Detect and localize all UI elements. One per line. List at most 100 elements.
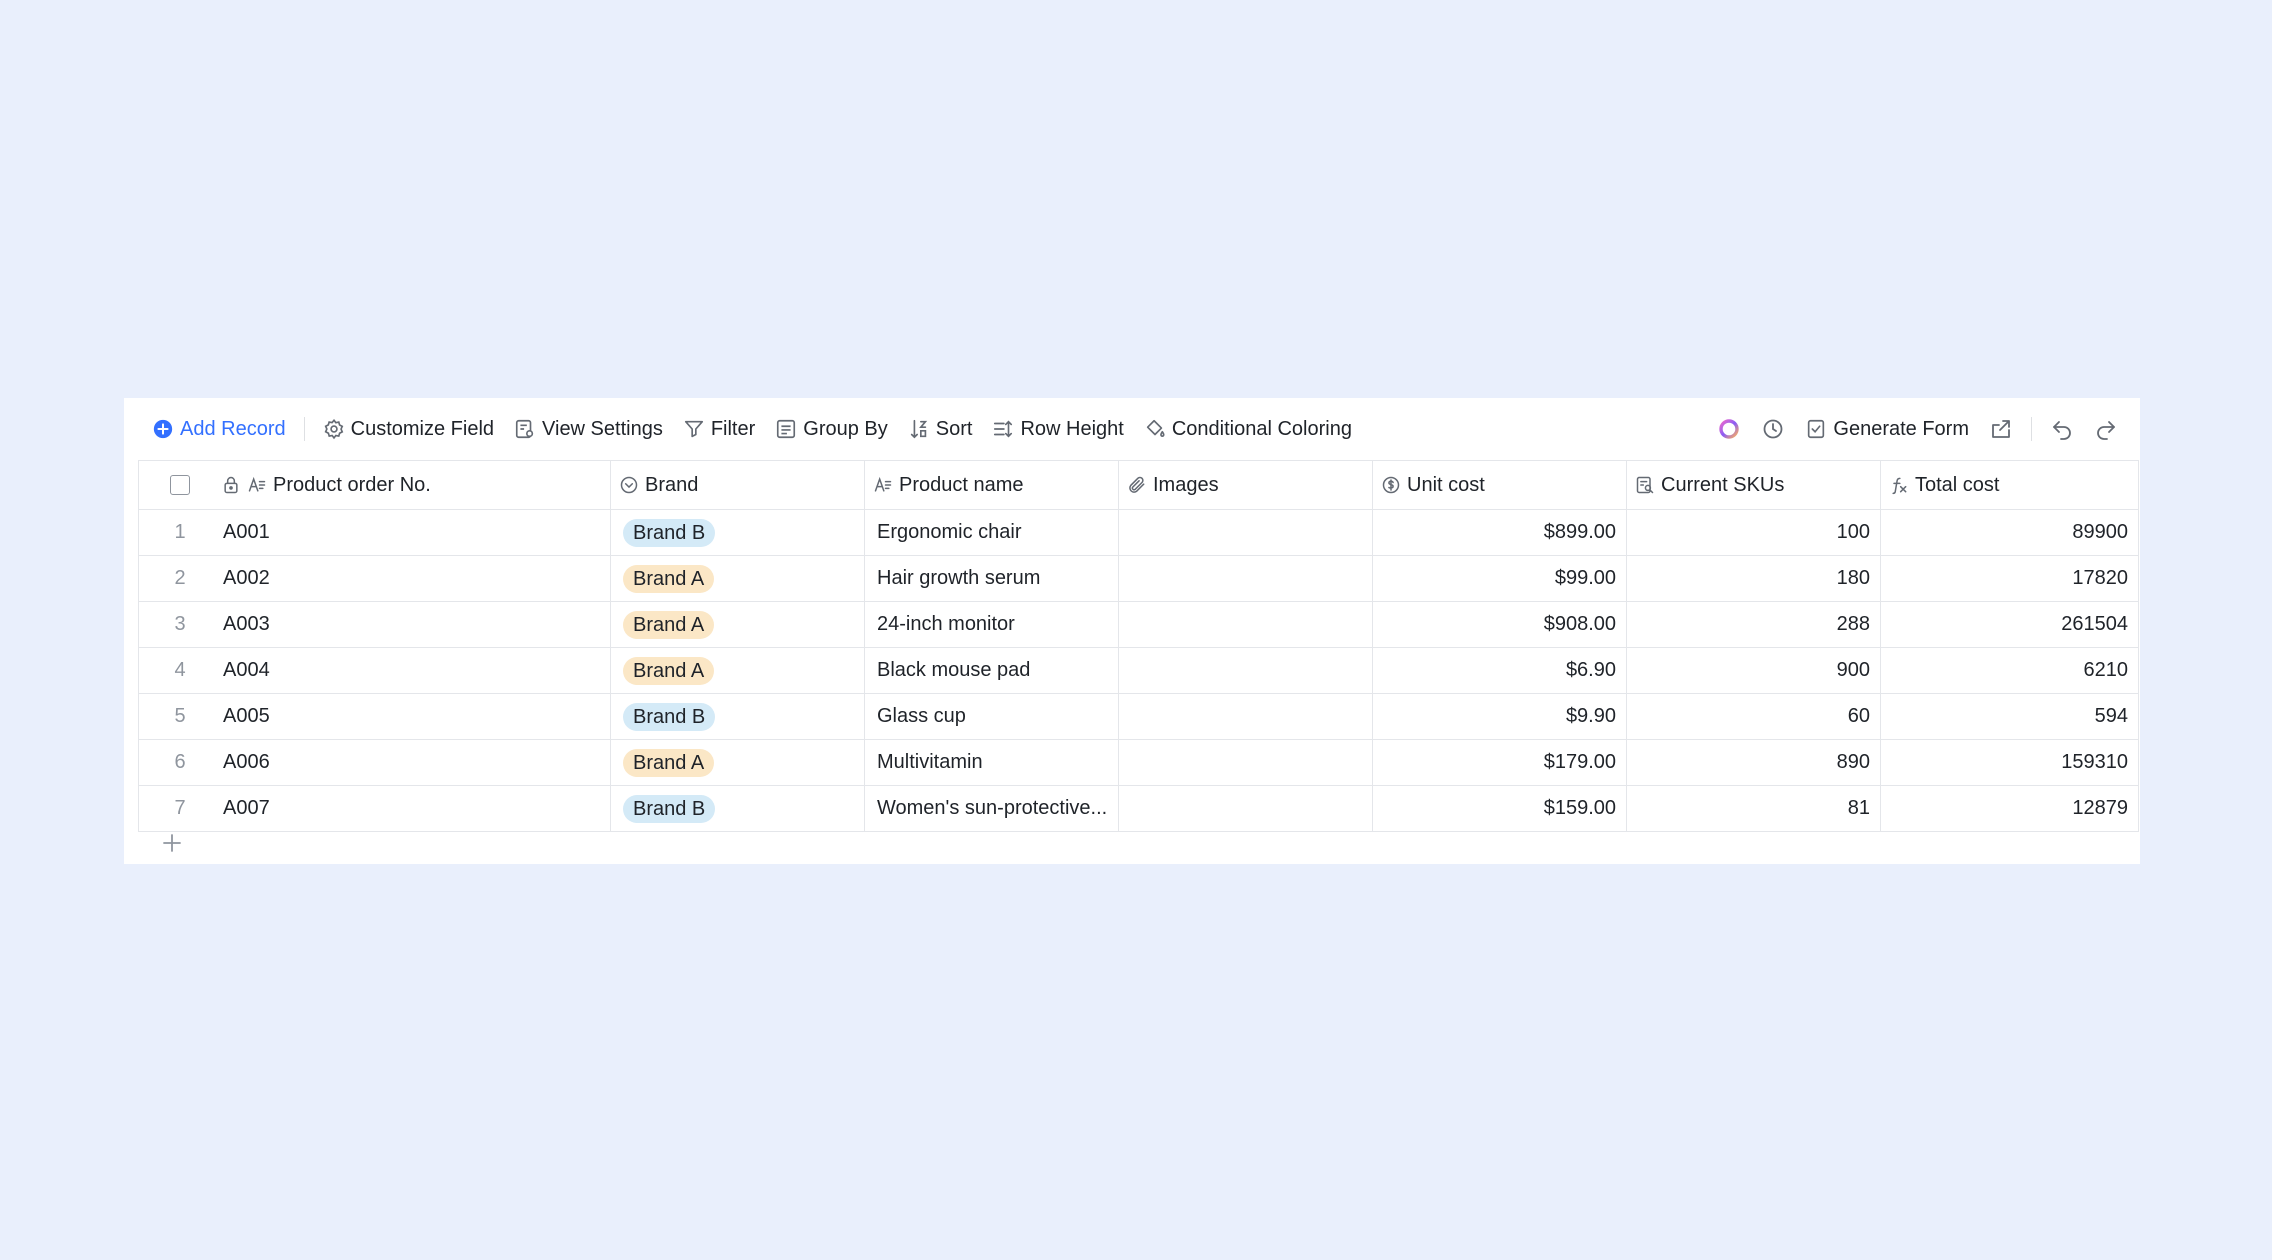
table-row[interactable]: 3 A003 Brand A 24-inch monitor $908.00 288 261… <box>138 601 2139 648</box>
row-index: 1 <box>174 521 186 543</box>
lock-icon <box>224 476 238 494</box>
paint-bucket-icon <box>1146 419 1165 437</box>
currency-icon <box>1382 476 1400 494</box>
brand-cell[interactable]: Brand A <box>610 647 865 694</box>
product-name-cell[interactable]: 24-inch monitor <box>864 601 1119 648</box>
toolbar-divider <box>2031 417 2032 441</box>
unit-cost-cell[interactable]: $908.00 <box>1372 601 1627 648</box>
order-no-cell[interactable]: 4 A004 <box>138 647 611 694</box>
current-skus-header-label: Current SKUs <box>1661 473 1785 496</box>
single-select-icon <box>620 476 638 494</box>
row-height-button[interactable]: Row Height <box>982 409 1133 449</box>
brand-cell[interactable]: Brand A <box>610 555 865 602</box>
brand-cell[interactable]: Brand B <box>610 693 865 740</box>
total-cost-cell[interactable]: 17820 <box>1880 555 2139 602</box>
undo-button[interactable] <box>2040 409 2084 449</box>
total-cost-cell[interactable]: 594 <box>1880 693 2139 740</box>
header-row: Product order No. Brand Product name Ima… <box>138 460 2139 510</box>
total-cost-cell[interactable]: 6210 <box>1880 647 2139 694</box>
order-no-value: A007 <box>223 797 270 819</box>
column-header-product-name[interactable]: Product name <box>864 460 1119 510</box>
group-by-icon <box>777 419 796 439</box>
sort-button[interactable]: Sort <box>898 409 983 449</box>
order-no-cell[interactable]: 2 A002 <box>138 555 611 602</box>
sort-icon <box>910 419 927 439</box>
conditional-coloring-label: Conditional Coloring <box>1171 417 1352 440</box>
share-button[interactable] <box>1979 409 2023 449</box>
table-row[interactable]: 2 A002 Brand A Hair growth serum $99.00 180 17… <box>138 555 2139 602</box>
order-no-cell[interactable]: 1 A001 <box>138 509 611 556</box>
total-cost-cell[interactable]: 261504 <box>1880 601 2139 648</box>
current-skus-cell[interactable]: 890 <box>1626 739 1881 786</box>
brand-cell[interactable]: Brand A <box>610 601 865 648</box>
column-header-images[interactable]: Images <box>1118 460 1373 510</box>
table-row[interactable]: 1 A001 Brand B Ergonomic chair $899.00 100 899… <box>138 509 2139 556</box>
unit-cost-cell[interactable]: $99.00 <box>1372 555 1627 602</box>
images-header-label: Images <box>1153 473 1219 496</box>
product-name-cell[interactable]: Hair growth serum <box>864 555 1119 602</box>
unit-cost-cell[interactable]: $179.00 <box>1372 739 1627 786</box>
add-row-button[interactable] <box>138 823 2162 863</box>
images-cell[interactable] <box>1118 693 1373 740</box>
current-skus-cell[interactable]: 180 <box>1626 555 1881 602</box>
brand-tag: Brand A <box>623 656 715 685</box>
redo-button[interactable] <box>2084 409 2128 449</box>
column-header-current-skus[interactable]: Current SKUs <box>1626 460 1881 510</box>
unit-cost-cell[interactable]: $9.90 <box>1372 693 1627 740</box>
product-name-cell[interactable]: Black mouse pad <box>864 647 1119 694</box>
add-record-button[interactable]: Add Record <box>142 409 296 449</box>
product-name-cell[interactable]: Multivitamin <box>864 739 1119 786</box>
table-row[interactable]: 6 A006 Brand A Multivitamin $179.00 890 159310 <box>138 739 2139 786</box>
view-settings-button[interactable]: View Settings <box>504 409 673 449</box>
customize-field-label: Customize Field <box>350 417 495 440</box>
images-cell[interactable] <box>1118 601 1373 648</box>
order-no-cell[interactable]: 6 A006 <box>138 739 611 786</box>
current-skus-cell[interactable]: 900 <box>1626 647 1881 694</box>
ai-assistant-button[interactable] <box>1707 409 1751 449</box>
unit-cost-cell[interactable]: $6.90 <box>1372 647 1627 694</box>
images-cell[interactable] <box>1118 647 1373 694</box>
text-field-icon <box>248 476 266 492</box>
images-cell[interactable] <box>1118 509 1373 556</box>
table-row[interactable]: 4 A004 Brand A Black mouse pad $6.90 900 6210 <box>138 647 2139 694</box>
formula-icon <box>1892 477 1907 495</box>
unit-cost-cell[interactable]: $899.00 <box>1372 509 1627 556</box>
current-skus-cell[interactable]: 60 <box>1626 693 1881 740</box>
current-skus-cell[interactable]: 100 <box>1626 509 1881 556</box>
table-row[interactable]: 5 A005 Brand B Glass cup $9.90 60 594 <box>138 693 2139 740</box>
customize-field-button[interactable]: Customize Field <box>313 409 504 449</box>
brand-cell[interactable]: Brand A <box>610 739 865 786</box>
images-cell[interactable] <box>1118 555 1373 602</box>
total-cost-cell[interactable]: 159310 <box>1880 739 2139 786</box>
order-no-cell[interactable]: 3 A003 <box>138 601 611 648</box>
clock-icon <box>1763 419 1783 439</box>
order-no-cell[interactable]: 5 A005 <box>138 693 611 740</box>
row-height-label: Row Height <box>1020 417 1124 440</box>
data-grid: Product order No. Brand Product name Ima… <box>138 460 2140 832</box>
automation-button[interactable] <box>1751 409 1795 449</box>
filter-label: Filter <box>710 417 756 440</box>
current-skus-cell[interactable]: 288 <box>1626 601 1881 648</box>
column-header-total-cost[interactable]: Total cost <box>1880 460 2139 510</box>
product-name-cell[interactable]: Ergonomic chair <box>864 509 1119 556</box>
group-by-button[interactable]: Group By <box>765 409 897 449</box>
redo-icon <box>2097 421 2115 440</box>
column-header-unit-cost[interactable]: Unit cost <box>1372 460 1627 510</box>
column-header-order-no[interactable]: Product order No. <box>138 460 611 510</box>
images-cell[interactable] <box>1118 739 1373 786</box>
conditional-coloring-button[interactable]: Conditional Coloring <box>1134 409 1362 449</box>
brand-cell[interactable]: Brand B <box>610 509 865 556</box>
attachment-icon <box>1129 476 1145 493</box>
order-no-header-label: Product order No. <box>273 473 431 496</box>
text-field-icon <box>874 476 892 492</box>
select-all-checkbox[interactable] <box>170 475 190 495</box>
order-no-value: A003 <box>223 613 270 635</box>
filter-button[interactable]: Filter <box>673 409 765 449</box>
total-cost-cell[interactable]: 89900 <box>1880 509 2139 556</box>
row-index: 4 <box>174 659 186 681</box>
column-header-brand[interactable]: Brand <box>610 460 865 510</box>
generate-form-button[interactable]: Generate Form <box>1795 409 1979 449</box>
product-name-cell[interactable]: Glass cup <box>864 693 1119 740</box>
order-no-value: A005 <box>223 705 270 727</box>
total-cost-header-label: Total cost <box>1915 473 2000 496</box>
